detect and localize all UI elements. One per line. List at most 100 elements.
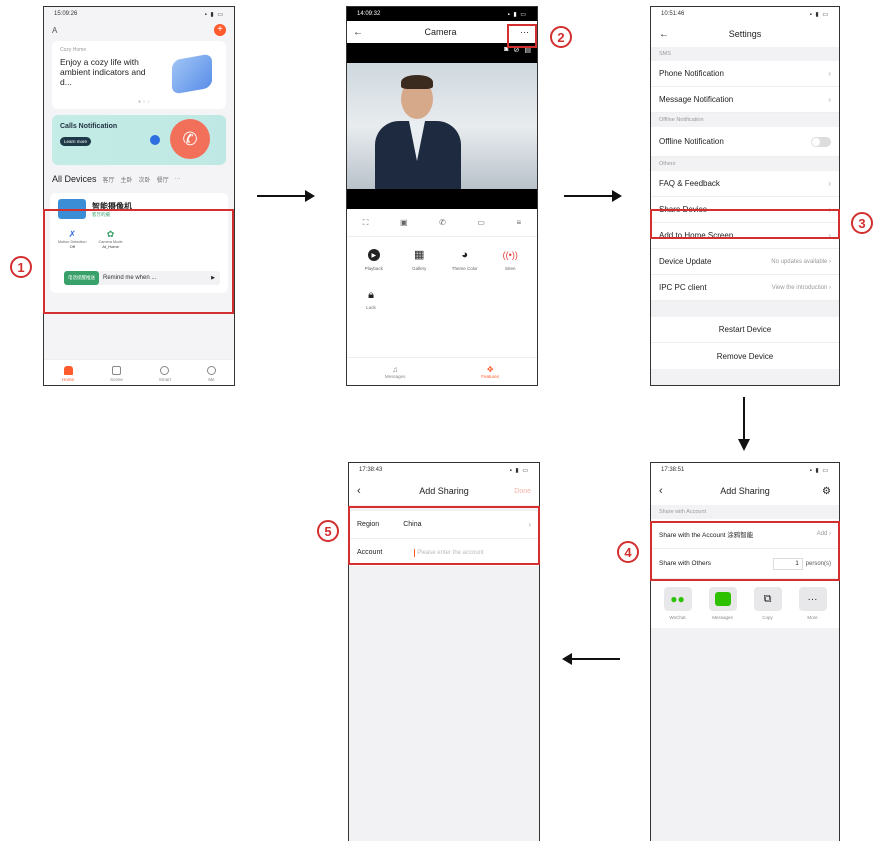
feature-siren[interactable]: ((•)) Siren — [490, 249, 530, 271]
status-icons: ▪ ▮ ▭ — [204, 11, 224, 18]
person-hair — [401, 75, 433, 89]
status-time: 10:51:46 — [661, 11, 685, 17]
calls-learn-more-button[interactable]: Learn more — [60, 137, 92, 146]
talk-icon[interactable]: ✆ — [439, 218, 446, 227]
cozy-banner[interactable]: Cozy Home Enjoy a cozy life with ambient… — [52, 41, 226, 109]
settings-title: Settings — [728, 29, 762, 39]
nav-smart[interactable]: Smart — [159, 366, 171, 382]
status-icons: ▪ ▮ ▭ — [507, 11, 527, 18]
live-feed-image — [347, 63, 537, 189]
back-arrow-icon[interactable]: ← — [353, 27, 363, 38]
device-update-row[interactable]: Device Update No updates available › — [651, 249, 839, 275]
chevron-right-icon: › — [828, 95, 831, 104]
highlight-more-button — [507, 24, 537, 48]
status-time: 17:38:43 — [359, 467, 383, 473]
tab-room-4[interactable]: 餐厅 — [157, 175, 169, 184]
menu-icon[interactable]: ≡ — [517, 218, 522, 227]
back-chevron-icon[interactable]: ‹ — [357, 485, 361, 497]
ipc-pc-client-row[interactable]: IPC PC client View the introduction › — [651, 275, 839, 301]
lock-icon: 🔒︎ — [368, 289, 374, 301]
calls-notification-card[interactable]: Calls Notification Learn more ✆ — [52, 115, 226, 165]
banner-tag: Cozy Home — [60, 47, 87, 53]
feature-grid: ▶ Playback ▦ Gallery ◕ Theme Color ((•))… — [347, 237, 537, 271]
me-icon — [206, 366, 216, 375]
camera-title: Camera — [424, 27, 457, 37]
status-bar: 15:09:26 ▪ ▮ ▭ — [44, 7, 234, 21]
offline-notification-toggle[interactable] — [811, 136, 831, 147]
nav-features[interactable]: ✥ Features — [481, 365, 499, 379]
back-chevron-icon[interactable]: ‹ — [659, 485, 663, 497]
share-title: Add Sharing — [720, 486, 770, 496]
restart-device-button[interactable]: Restart Device — [651, 317, 839, 343]
feature-lock[interactable]: 🔒︎ Lock — [351, 289, 391, 310]
nav-messages[interactable]: ♫ Messages — [385, 365, 406, 379]
feature-gallery[interactable]: ▦ Gallery — [399, 249, 439, 271]
arrow-down — [738, 397, 750, 451]
video-area: ◙ ⊘ ▤ — [347, 43, 537, 209]
home-icon — [63, 366, 73, 375]
step-4-marker: 4 — [617, 541, 639, 563]
tab-all-devices[interactable]: All Devices — [52, 174, 97, 184]
screenshot-icon[interactable]: ▣ — [400, 218, 408, 227]
feature-theme-color[interactable]: ◕ Theme Color — [445, 249, 485, 271]
arrow-right-1 — [257, 190, 315, 202]
step-5-marker: 5 — [317, 520, 339, 542]
smart-icon — [160, 366, 170, 375]
tab-room-2[interactable]: 主卧 — [121, 175, 133, 184]
highlight-region-account — [348, 506, 540, 565]
remove-device-button[interactable]: Remove Device — [651, 343, 839, 369]
features-icon: ✥ — [486, 364, 494, 374]
chevron-right-icon: › — [828, 69, 831, 78]
blue-dot-icon — [150, 135, 160, 145]
share-more[interactable]: ··· More — [798, 587, 827, 620]
banner-text: Enjoy a cozy life with ambient indicator… — [60, 57, 146, 87]
section-others: Others — [651, 157, 839, 171]
section-sms: SMS — [651, 47, 839, 61]
arrow-right-2 — [564, 190, 622, 202]
banner-illustration — [172, 53, 212, 95]
add-button[interactable]: + — [214, 24, 226, 36]
tab-room-1[interactable]: 客厅 — [103, 175, 115, 184]
status-icons: ▪ ▮ ▭ — [509, 467, 529, 474]
scene-icon — [111, 366, 121, 375]
copy-icon: ⧉ — [753, 587, 782, 611]
nav-home[interactable]: Home — [62, 366, 74, 382]
camera-screen: 14:09:32 ▪ ▮ ▭ ← Camera ··· ◙ ⊘ ▤ ⛶ ▣ ✆ … — [346, 6, 538, 386]
share-screen: 17:38:51 ▪ ▮ ▭ ‹ Add Sharing ⚙ Share wit… — [650, 462, 840, 841]
bottom-nav: ♫ Messages ✥ Features — [347, 357, 537, 385]
nav-me[interactable]: Me — [206, 366, 216, 382]
share-wechat[interactable]: ●● WeChat — [663, 587, 692, 620]
phone-icon: ✆ — [170, 119, 210, 159]
record-icon[interactable]: ▭ — [477, 218, 485, 227]
highlight-share-device — [650, 209, 840, 239]
share-copy[interactable]: ⧉ Copy — [753, 587, 782, 620]
status-bar: 10:51:46 ▪ ▮ ▭ — [651, 7, 839, 21]
gallery-icon: ▦ — [414, 249, 425, 261]
status-bar: 17:38:43 ▪ ▮ ▭ — [349, 463, 539, 477]
message-notification-row[interactable]: Message Notification › — [651, 87, 839, 113]
step-3-marker: 3 — [851, 212, 873, 234]
status-bar: 14:09:32 ▪ ▮ ▭ — [347, 7, 537, 21]
phone-notification-row[interactable]: Phone Notification › — [651, 61, 839, 87]
faq-feedback-row[interactable]: FAQ & Feedback › — [651, 171, 839, 197]
feature-playback[interactable]: ▶ Playback — [354, 249, 394, 271]
room-tabs: All Devices 客厅 主卧 次卧 餐厅 ··· — [44, 169, 234, 189]
status-bar: 17:38:51 ▪ ▮ ▭ — [651, 463, 839, 477]
status-time: 14:09:32 — [357, 11, 381, 17]
play-icon: ▶ — [367, 249, 380, 261]
tab-room-3[interactable]: 次卧 — [139, 175, 151, 184]
wechat-icon: ●● — [663, 587, 692, 611]
home-selector[interactable]: A — [52, 26, 57, 35]
status-time: 15:09:26 — [54, 11, 78, 17]
gear-icon[interactable]: ⚙ — [822, 486, 831, 497]
share-messages[interactable]: Messages — [708, 587, 737, 620]
home-screen: 15:09:26 ▪ ▮ ▭ A + Cozy Home Enjoy a coz… — [43, 6, 235, 386]
banner-dots: ● ○ ○ — [138, 99, 150, 105]
nav-scene[interactable]: Scene — [110, 366, 123, 382]
palette-icon: ◕ — [461, 249, 469, 261]
status-icons: ▪ ▮ ▭ — [809, 467, 829, 474]
done-button[interactable]: Done — [514, 488, 531, 495]
fullscreen-icon[interactable]: ⛶ — [363, 218, 369, 228]
tab-more[interactable]: ··· — [175, 176, 181, 182]
settings-screen: 10:51:46 ▪ ▮ ▭ ← Settings SMS Phone Noti… — [650, 6, 840, 386]
